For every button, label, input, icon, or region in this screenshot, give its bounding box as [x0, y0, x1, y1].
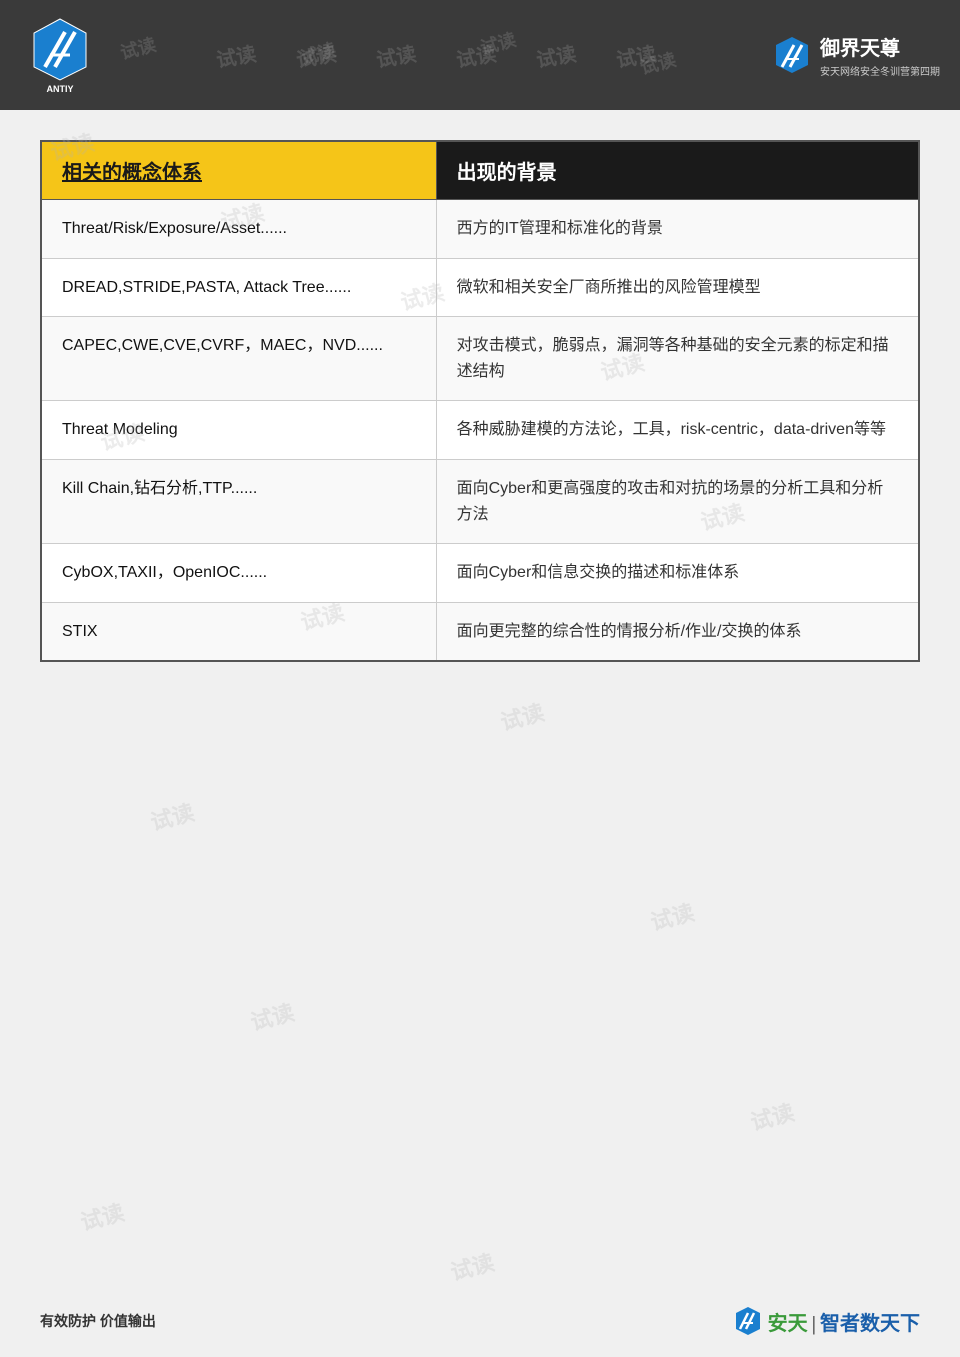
table-cell-left: Threat/Risk/Exposure/Asset......	[41, 200, 436, 259]
main-content: 相关的概念体系 出现的背景 Threat/Risk/Exposure/Asset…	[0, 110, 960, 692]
concept-table: 相关的概念体系 出现的背景 Threat/Risk/Exposure/Asset…	[40, 140, 920, 662]
table-row: CAPEC,CWE,CVE,CVRF，MAEC，NVD......对攻击模式，脆…	[41, 317, 919, 401]
logo-label: ANTIY	[47, 84, 74, 94]
table-cell-right: 各种威胁建模的方法论，工具，risk-centric，data-driven等等	[436, 401, 919, 460]
header-wm: 试读	[454, 37, 498, 73]
table-row: STIX面向更完整的综合性的情报分析/作业/交换的体系	[41, 602, 919, 661]
table-cell-left: CybOX,TAXII，OpenIOC......	[41, 544, 436, 603]
header: ANTIY 试读 试读 试读 试读 试读 试读 御界天尊 安天网络安全冬训营第四…	[0, 0, 960, 110]
right-logo-icon	[772, 35, 812, 75]
footer-bar: |	[812, 1313, 816, 1335]
header-wm: 试读	[374, 37, 418, 73]
header-right-logo: 御界天尊 安天网络安全冬训营第四期	[772, 32, 940, 78]
table-cell-left: DREAD,STRIDE,PASTA, Attack Tree......	[41, 258, 436, 317]
footer-right: 安天|智者数天下	[732, 1305, 920, 1337]
header-wm-row: 试读 试读 试读 试读 试读 试读	[100, 41, 772, 70]
table-cell-right: 面向Cyber和更高强度的攻击和对抗的场景的分析工具和分析方法	[436, 459, 919, 543]
watermark: 试读	[647, 895, 698, 937]
watermark: 试读	[77, 1195, 128, 1237]
table-row: Threat/Risk/Exposure/Asset......西方的IT管理和…	[41, 200, 919, 259]
footer-left-text: 有效防护 价值输出	[40, 1311, 156, 1331]
watermark: 试读	[147, 795, 198, 837]
header-wm: 试读	[534, 37, 578, 73]
logo-svg	[30, 17, 90, 82]
table-cell-left: Threat Modeling	[41, 401, 436, 460]
table-cell-right: 面向更完整的综合性的情报分析/作业/交换的体系	[436, 602, 919, 661]
table-cell-left: STIX	[41, 602, 436, 661]
footer-blue-text: 智者数天下	[820, 1313, 920, 1335]
watermark: 试读	[447, 1245, 498, 1287]
table-cell-left: Kill Chain,钻石分析,TTP......	[41, 459, 436, 543]
brand-name: 御界天尊	[820, 32, 940, 61]
col2-header: 出现的背景	[436, 141, 919, 200]
table-row: DREAD,STRIDE,PASTA, Attack Tree......微软和…	[41, 258, 919, 317]
table-cell-left: CAPEC,CWE,CVE,CVRF，MAEC，NVD......	[41, 317, 436, 401]
col1-header: 相关的概念体系	[41, 141, 436, 200]
header-wm: 试读	[214, 37, 258, 73]
footer-logo-icon	[732, 1305, 764, 1337]
header-wm: 试读	[294, 37, 338, 73]
table-row: Threat Modeling各种威胁建模的方法论，工具，risk-centri…	[41, 401, 919, 460]
table-row: CybOX,TAXII，OpenIOC......面向Cyber和信息交换的描述…	[41, 544, 919, 603]
footer-green-text: 安天	[768, 1313, 808, 1335]
footer-logo-text: 安天|智者数天下	[768, 1307, 920, 1336]
watermark: 试读	[497, 695, 548, 737]
table-cell-right: 西方的IT管理和标准化的背景	[436, 200, 919, 259]
table-cell-right: 面向Cyber和信息交换的描述和标准体系	[436, 544, 919, 603]
brand-sub: 安天网络安全冬训营第四期	[820, 63, 940, 78]
table-cell-right: 对攻击模式，脆弱点，漏洞等各种基础的安全元素的标定和描述结构	[436, 317, 919, 401]
footer: 有效防护 价值输出 安天|智者数天下	[40, 1305, 920, 1337]
watermark: 试读	[747, 1095, 798, 1137]
table-cell-right: 微软和相关安全厂商所推出的风险管理模型	[436, 258, 919, 317]
table-row: Kill Chain,钻石分析,TTP......面向Cyber和更高强度的攻击…	[41, 459, 919, 543]
header-wm: 试读	[614, 37, 658, 73]
header-logo: ANTIY	[20, 13, 100, 98]
watermark: 试读	[247, 995, 298, 1037]
